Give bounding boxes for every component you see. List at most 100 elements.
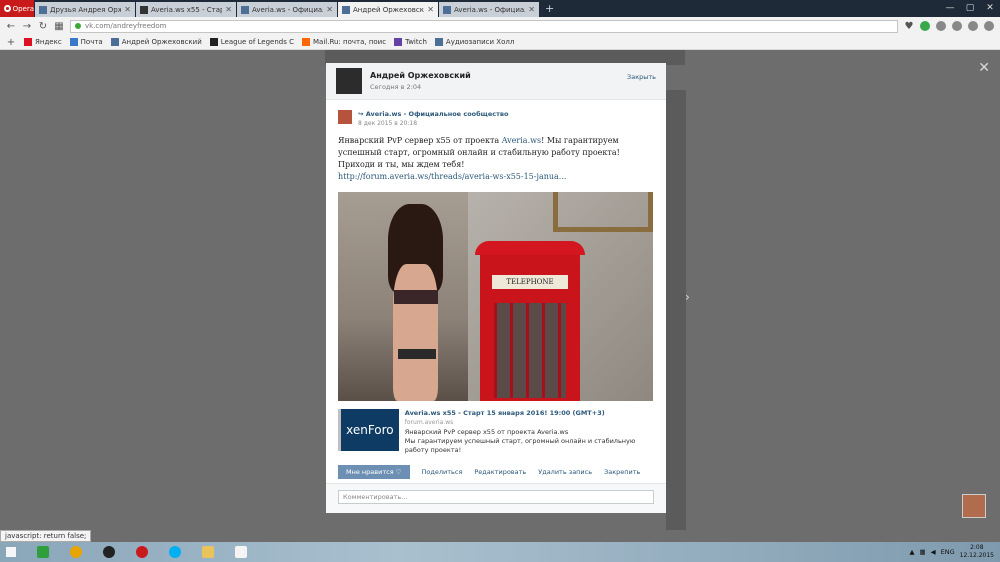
close-tab-icon[interactable]: ✕ [124,5,131,14]
window-controls: — ▢ ✕ [940,0,1000,17]
bookmark-label: Андрей Оржеховский [121,38,202,46]
tab-label: Averia.ws x55 - Старт 15 ... [151,5,223,14]
mailru-icon [302,38,310,46]
new-tab-button[interactable]: + [539,0,560,17]
taskbar-app-game[interactable] [64,543,88,561]
edit-link[interactable]: Редактировать [474,468,526,476]
photo-clothing [398,349,436,359]
pin-link[interactable]: Закрепить [604,468,640,476]
repost-source: ↪ Averia.ws - Официальное сообщество 8 д… [326,100,666,127]
repost-date[interactable]: 8 дек 2015 в 20:18 [358,120,508,127]
xenforo-logo[interactable]: xenForo [338,409,399,451]
author-avatar[interactable] [336,68,362,94]
store-icon [37,546,49,558]
bookmark-mailru[interactable]: Mail.Ru: почта, поис [302,38,386,46]
close-button[interactable]: Закрыть [627,73,656,81]
like-button[interactable]: Мне нравится ♡ [338,465,410,479]
author-name[interactable]: Андрей Оржеховский [370,71,471,80]
windows-logo-icon [6,547,16,557]
clock[interactable]: 2:08 12.12.2015 [960,544,994,560]
browser-status-text: javascript: return false; [0,530,92,542]
download-icon[interactable] [968,21,978,31]
opera-menu-button[interactable]: Opera [0,0,34,17]
forward-icon[interactable]: → [22,21,32,32]
close-tab-icon[interactable]: ✕ [528,5,535,14]
vpn-icon[interactable] [936,21,946,31]
close-window-icon[interactable]: ✕ [980,0,1000,17]
menu-icon[interactable] [984,21,994,31]
post-photo[interactable]: TELEPHONE [338,192,653,401]
opera-logo-icon [4,5,11,12]
overlay-close-icon[interactable]: ✕ [978,60,990,76]
address-field[interactable]: vk.com/andreyfreedom [70,19,898,33]
link-domain: forum.averia.ws [404,419,454,426]
averia-link[interactable]: Averia.ws [502,136,541,145]
comment-input[interactable]: Комментировать... [338,490,654,504]
post-modal: Андрей Оржеховский Сегодня в 2:04 Закрыт… [326,63,666,513]
taskbar-app-store[interactable] [31,543,55,561]
clock-time: 2:08 [970,544,984,551]
language-indicator[interactable]: ENG [941,548,955,556]
maximize-icon[interactable]: ▢ [960,0,980,17]
share-link[interactable]: Поделиться [422,468,463,476]
adblock-icon[interactable] [920,21,930,31]
taskbar-app-steam[interactable] [97,543,121,561]
minimize-icon[interactable]: — [940,0,960,17]
delete-link[interactable]: Удалить запись [538,468,592,476]
community-avatar[interactable] [338,110,352,124]
speed-dial-icon[interactable]: ▦ [54,21,64,32]
volume-icon[interactable]: ◀ [931,548,936,556]
link-desc-line: Мы гарантируем успешный старт, огромный … [404,437,636,454]
chat-avatar[interactable] [962,494,986,518]
tab-friends[interactable]: Друзья Андрея Орже... ✕ [35,2,135,17]
taskbar-app-notepad[interactable] [229,543,253,561]
post-date[interactable]: Сегодня в 2:04 [370,83,471,91]
repost-community[interactable]: ↪ Averia.ws - Официальное сообщество [358,110,508,118]
link-attachment[interactable]: xenForo Averia.ws x55 - Старт 15 января … [338,409,654,455]
post-text: Январский PvP сервер x55 от проекта Aver… [326,127,666,183]
community-name[interactable]: Averia.ws - Официальное сообщество [366,110,509,118]
tab-averia-start[interactable]: Averia.ws x55 - Старт 15 ... ✕ [136,2,236,17]
booth-sign: TELEPHONE [492,275,568,289]
game-icon [70,546,82,558]
bookmark-mail[interactable]: Почта [69,38,103,46]
taskbar-app-skype[interactable] [163,543,187,561]
booth-roof [475,241,585,255]
tray-arrow-icon[interactable]: ▲ [909,548,914,556]
extension-icon[interactable] [952,21,962,31]
bookmark-andrey[interactable]: Андрей Оржеховский [110,38,202,46]
tab-averia-official-1[interactable]: Averia.ws - Официальн... ✕ [237,2,337,17]
taskbar-app-explorer[interactable] [196,543,220,561]
telephone-booth: TELEPHONE [475,241,585,401]
booth-door [494,303,566,398]
forum-link[interactable]: http://forum.averia.ws/threads/averia-ws… [338,172,566,181]
bookmark-twitch[interactable]: Twitch [394,38,427,46]
close-tab-icon[interactable]: ✕ [225,5,232,14]
start-button[interactable] [0,542,22,562]
back-icon[interactable]: ← [6,21,16,32]
app-icon [103,546,115,558]
reload-icon[interactable]: ↻ [38,21,48,32]
link-title[interactable]: Averia.ws x55 - Старт 15 января 2016! 19… [405,409,654,417]
comment-area: Комментировать... [326,483,666,513]
post-text-part: Январский PvP сервер x55 от проекта [338,136,502,145]
vk-favicon-icon [241,5,249,14]
like-label: Мне нравится [346,468,394,476]
bookmark-audio[interactable]: Аудиозаписи Холл [434,38,515,46]
close-tab-icon[interactable]: ✕ [326,5,333,14]
vk-favicon-icon [39,5,47,14]
post-actions: Мне нравится ♡ Поделиться Редактировать … [338,465,654,479]
bookmark-label: Аудиозаписи Холл [445,38,515,46]
network-icon[interactable]: ▦ [919,548,925,556]
tab-label: Averia.ws - Официальн... [252,5,323,14]
bookmark-lol[interactable]: League of Legends С [209,38,294,46]
heart-icon[interactable]: ♥ [904,21,914,32]
taskbar-app-opera[interactable] [130,543,154,561]
bookmark-yandex[interactable]: Яндекс [24,38,62,46]
add-bookmark-icon[interactable]: + [6,37,16,48]
tab-averia-official-2[interactable]: Averia.ws - Официальн... ✕ [439,2,539,17]
close-tab-icon[interactable]: ✕ [427,5,434,14]
photo-frame [553,192,653,232]
tab-andrey-profile[interactable]: Андрей Оржеховский ✕ [338,2,438,17]
next-post-arrow-icon[interactable]: › [685,290,690,304]
